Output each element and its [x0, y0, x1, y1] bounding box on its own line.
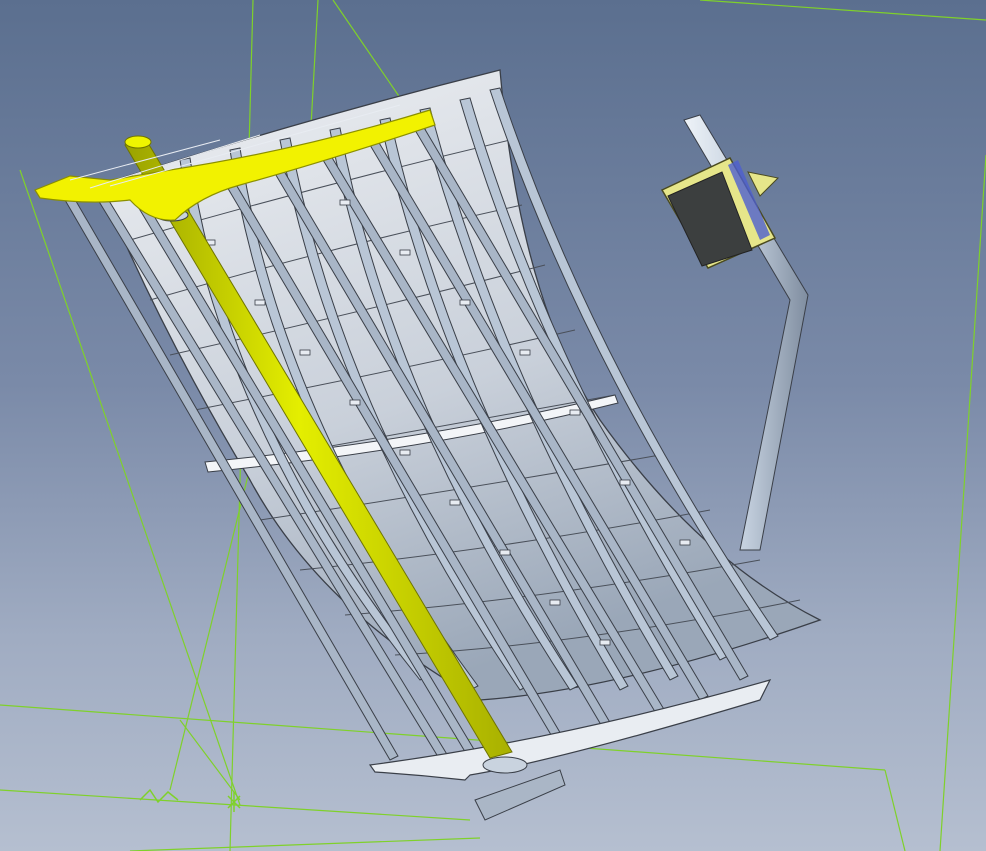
axis-triad-icon	[139, 788, 241, 812]
cad-scene	[0, 0, 986, 851]
receiver-mount-arrow	[747, 171, 780, 197]
receiver-box[interactable]	[660, 157, 780, 269]
base-plate[interactable]	[368, 679, 772, 821]
base-foot	[474, 769, 566, 821]
cad-viewport[interactable]	[0, 0, 986, 851]
pole-top-cap	[124, 135, 152, 149]
pole-socket	[482, 756, 528, 774]
